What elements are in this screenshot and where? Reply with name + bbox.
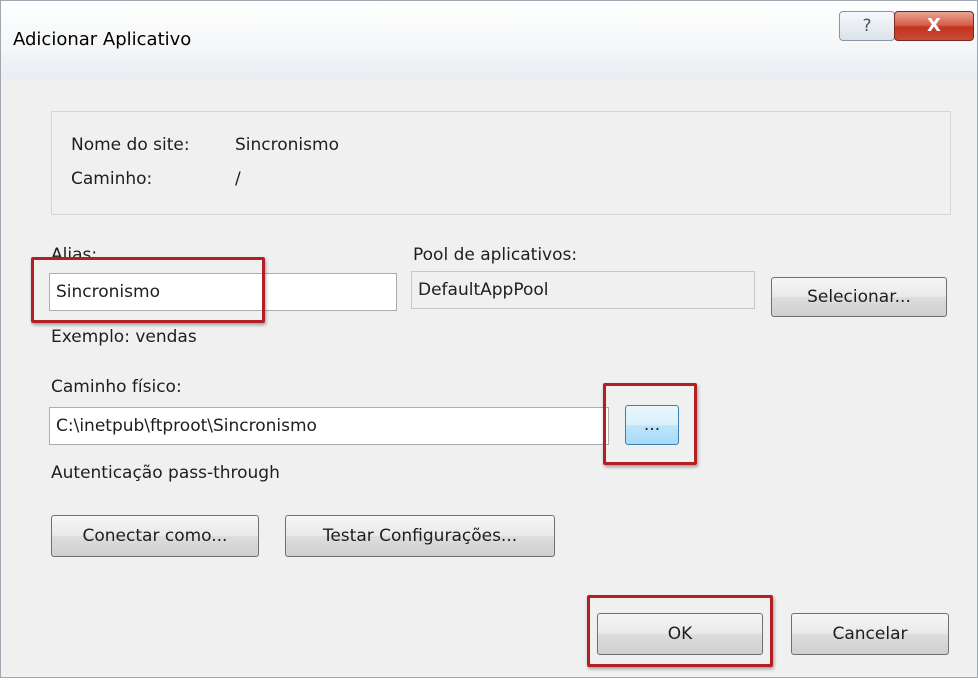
site-name-label: Nome do site: [71, 135, 190, 155]
app-pool-field: DefaultAppPool [411, 271, 755, 309]
connect-as-button[interactable]: Conectar como... [51, 515, 259, 557]
help-icon: ? [862, 16, 872, 36]
dialog-title: Adicionar Aplicativo [13, 29, 192, 50]
app-pool-label: Pool de aplicativos: [413, 245, 578, 265]
ok-button[interactable]: OK [597, 613, 763, 655]
physical-path-input[interactable]: C:\inetpub\ftproot\Sincronismo [49, 407, 609, 445]
add-application-dialog: Adicionar Aplicativo ? X Nome do site: S… [0, 0, 978, 678]
help-button[interactable]: ? [839, 11, 895, 41]
browse-path-button[interactable]: ... [625, 405, 679, 445]
alias-label: Alias: [51, 245, 98, 265]
passthrough-auth-label: Autenticação pass-through [51, 463, 280, 483]
site-name-value: Sincronismo [235, 135, 339, 155]
close-icon: X [927, 15, 941, 36]
test-settings-button[interactable]: Testar Configurações... [285, 515, 555, 557]
path-label: Caminho: [71, 169, 153, 189]
site-info-box [51, 111, 951, 215]
alias-example-text: Exemplo: vendas [51, 327, 197, 347]
alias-input[interactable]: Sincronismo [49, 273, 397, 311]
close-button[interactable]: X [894, 11, 974, 41]
physical-path-label: Caminho físico: [51, 377, 182, 397]
cancel-button[interactable]: Cancelar [791, 613, 949, 655]
path-value: / [235, 169, 241, 189]
select-app-pool-button[interactable]: Selecionar... [771, 277, 947, 317]
